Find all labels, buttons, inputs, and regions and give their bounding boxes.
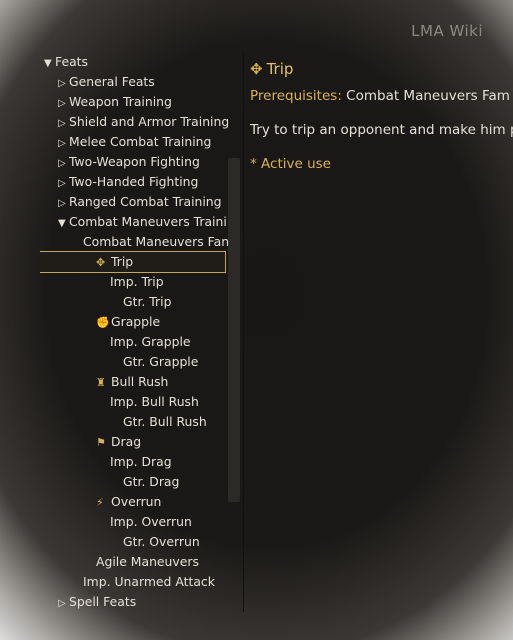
tree-node-gtr-bull-rush[interactable]: Gtr. Bull Rush: [123, 412, 207, 432]
drag-icon: ⚑: [96, 436, 106, 449]
tree-node-gtr-trip[interactable]: Gtr. Trip: [123, 292, 171, 312]
window-title: LMA Wiki: [411, 22, 483, 40]
details-title: ✥ Trip: [250, 60, 294, 78]
tree-node-trip[interactable]: ✥ Trip: [40, 251, 226, 273]
collapsed-triangle-icon[interactable]: ▷: [58, 114, 69, 134]
tree-node-weapon-training[interactable]: ▷ Weapon Training: [58, 92, 172, 112]
tree-node-drag[interactable]: ⚑ Drag: [96, 432, 141, 452]
tree-node-gtr-drag[interactable]: Gtr. Drag: [123, 472, 179, 492]
tree-node-imp-bull-rush[interactable]: Imp. Bull Rush: [110, 392, 199, 412]
tree-node-agile-maneuvers[interactable]: Agile Maneuvers: [96, 552, 199, 572]
tree-node-imp-unarmed[interactable]: Imp. Unarmed Attack: [83, 572, 215, 592]
prerequisites-line: Prerequisites: Combat Maneuvers Fam: [250, 88, 513, 104]
collapsed-triangle-icon[interactable]: ▷: [58, 74, 69, 94]
tree-node-bull-rush[interactable]: ♜ Bull Rush: [96, 372, 168, 392]
grapple-icon: ✊: [96, 316, 110, 329]
tree-node-gtr-grapple[interactable]: Gtr. Grapple: [123, 352, 198, 372]
bull-rush-icon: ♜: [96, 376, 106, 389]
tree-node-shield-armor[interactable]: ▷ Shield and Armor Training: [58, 112, 228, 132]
tree-node-two-weapon[interactable]: ▷ Two-Weapon Fighting: [58, 152, 200, 172]
tree-node-general-feats[interactable]: ▷ General Feats: [58, 72, 155, 92]
tree-node-imp-overrun[interactable]: Imp. Overrun: [110, 512, 192, 532]
collapsed-triangle-icon[interactable]: ▷: [58, 594, 69, 614]
overrun-icon: ⚡: [96, 496, 104, 509]
tree-node-two-handed[interactable]: ▷ Two-Handed Fighting: [58, 172, 198, 192]
collapsed-triangle-icon[interactable]: ▷: [58, 194, 69, 214]
collapsed-triangle-icon[interactable]: ▷: [58, 94, 69, 114]
active-use-note: * Active use: [250, 156, 331, 172]
feat-tree[interactable]: ▼ Feats ▷ General Feats ▷ Weapon Training ▷…: [40, 52, 228, 622]
expanded-triangle-icon[interactable]: ▼: [44, 54, 55, 74]
details-pane: ✥ Trip Prerequisites: Combat Maneuvers Fa…: [250, 58, 513, 172]
tree-node-imp-trip[interactable]: Imp. Trip: [110, 272, 164, 292]
expanded-triangle-icon[interactable]: ▼: [58, 214, 69, 234]
tree-node-spell-feats[interactable]: ▷ Spell Feats: [58, 592, 136, 612]
collapsed-triangle-icon[interactable]: ▷: [58, 154, 69, 174]
tree-node-gtr-overrun[interactable]: Gtr. Overrun: [123, 532, 200, 552]
tree-node-combat-maneuvers[interactable]: ▼ Combat Maneuvers Traini: [58, 212, 227, 232]
tree-node-feats[interactable]: ▼ Feats: [44, 52, 88, 72]
collapsed-triangle-icon[interactable]: ▷: [58, 174, 69, 194]
collapsed-triangle-icon[interactable]: ▷: [58, 134, 69, 154]
pane-divider[interactable]: [243, 52, 244, 612]
prerequisites-value: Combat Maneuvers Fam: [346, 88, 510, 104]
feat-description: Try to trip an opponent and make him p: [250, 122, 513, 138]
trip-icon: ✥: [250, 60, 263, 78]
tree-node-ranged-combat[interactable]: ▷ Ranged Combat Training: [58, 192, 222, 212]
tree-node-overrun[interactable]: ⚡ Overrun: [96, 492, 161, 512]
tree-node-grapple[interactable]: ✊Grapple: [96, 312, 160, 332]
prerequisites-label: Prerequisites:: [250, 88, 342, 104]
tree-node-imp-grapple[interactable]: Imp. Grapple: [110, 332, 191, 352]
tree-node-imp-drag[interactable]: Imp. Drag: [110, 452, 172, 472]
tree-node-melee-combat[interactable]: ▷ Melee Combat Training: [58, 132, 211, 152]
trip-icon: ✥: [96, 256, 106, 269]
tree-scrollbar[interactable]: [228, 158, 240, 502]
wiki-window: LMA Wiki ▼ Feats ▷ General Feats ▷ Weapon T…: [0, 0, 513, 640]
tree-node-cm-family[interactable]: Combat Maneuvers Fan: [83, 232, 228, 252]
